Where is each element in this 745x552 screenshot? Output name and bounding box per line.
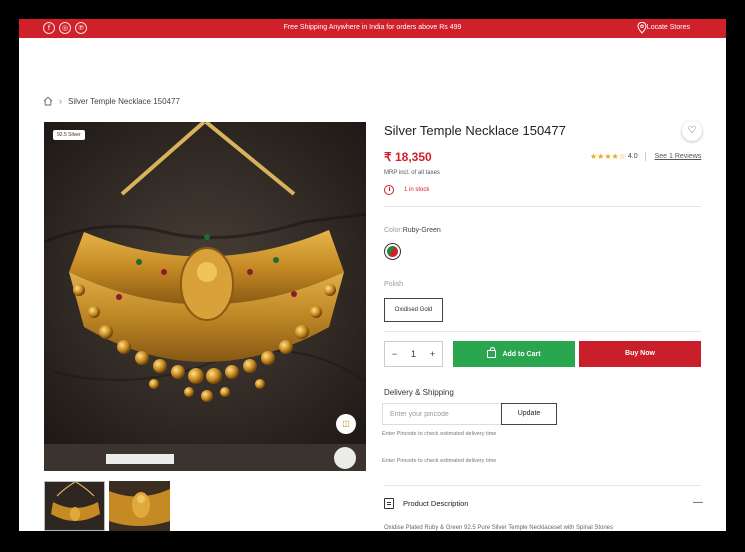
locate-stores-link[interactable]: Locate Stores [647, 24, 690, 31]
product-description-label: Product Description [403, 499, 469, 508]
chevron-right-icon: › [59, 96, 62, 106]
divider [384, 206, 701, 207]
zoom-icon[interactable]: ◫ [336, 414, 356, 434]
bag-icon [487, 347, 497, 358]
quantity-value[interactable]: 1 [411, 349, 416, 359]
product-description-toggle[interactable]: Product Description [384, 498, 468, 509]
announcement-bar: f ◎ ℗ Free Shipping Anywhere in India fo… [19, 19, 726, 38]
document-icon [384, 498, 394, 509]
polish-label: Polish [384, 281, 404, 288]
clock-icon [384, 185, 394, 195]
thumbnail-1[interactable] [44, 481, 105, 531]
increase-button[interactable]: + [430, 349, 435, 359]
product-price: ₹ 18,350 [384, 150, 432, 164]
home-icon[interactable] [43, 96, 53, 106]
pincode-hint: Enter Pincode to check estimated deliver… [382, 431, 497, 437]
stock-text: 1 in stock [404, 187, 430, 193]
promo-text: Free Shipping Anywhere in India for orde… [283, 24, 462, 31]
update-button[interactable]: Update [501, 403, 557, 425]
rating-value: 4.0 [627, 153, 638, 160]
add-to-cart-button[interactable]: Add to Cart [453, 341, 575, 367]
color-label: Color:Ruby-Green [384, 227, 441, 234]
silver-badge: 92.5 Silver [53, 130, 85, 140]
divider [384, 331, 701, 332]
rating-summary: ★★★★☆ 4.0 See 1 Reviews [590, 152, 701, 161]
strip-overlay [106, 454, 174, 464]
heart-icon[interactable]: ♡ [682, 121, 702, 141]
quantity-stepper: − 1 + [384, 341, 443, 367]
collapse-icon[interactable]: — [693, 497, 703, 508]
pincode-input[interactable] [382, 403, 502, 425]
location-pin-icon [637, 22, 647, 34]
rating-stars: ★★★★☆ [590, 152, 626, 161]
pincode-hint: Enter Pincode to check estimated deliver… [382, 458, 497, 464]
mrp-note: MRP incl. of all taxes [384, 170, 440, 176]
image-strip [44, 444, 366, 471]
thumbnail-image [109, 481, 170, 531]
thumbnail-2[interactable] [109, 481, 170, 531]
browser-viewport: f ◎ ℗ Free Shipping Anywhere in India fo… [19, 19, 726, 531]
decrease-button[interactable]: − [392, 349, 397, 359]
buy-now-button[interactable]: Buy Now [579, 341, 701, 367]
divider [644, 152, 646, 161]
reviews-link[interactable]: See 1 Reviews [655, 153, 702, 160]
polish-option-oxidised-gold[interactable]: Oxidised Gold [384, 298, 443, 322]
delivery-shipping-label: Delivery & Shipping [384, 388, 454, 397]
breadcrumb-current: Silver Temple Necklace 150477 [68, 96, 180, 106]
color-swatch-ruby-green[interactable] [384, 243, 401, 260]
device-frame: f ◎ ℗ Free Shipping Anywhere in India fo… [0, 0, 745, 552]
product-description-text: Oxidise Plated Ruby & Green 92.5 Pure Si… [384, 525, 614, 531]
stock-status: 1 in stock [384, 185, 429, 195]
necklace-image [44, 122, 366, 444]
product-main-image[interactable]: 92.5 Silver ◫ [44, 122, 366, 444]
divider [384, 485, 701, 486]
breadcrumb: › Silver Temple Necklace 150477 [43, 96, 180, 106]
product-title: Silver Temple Necklace 150477 [384, 123, 566, 138]
strip-button[interactable] [334, 447, 356, 469]
thumbnail-image [45, 482, 104, 530]
